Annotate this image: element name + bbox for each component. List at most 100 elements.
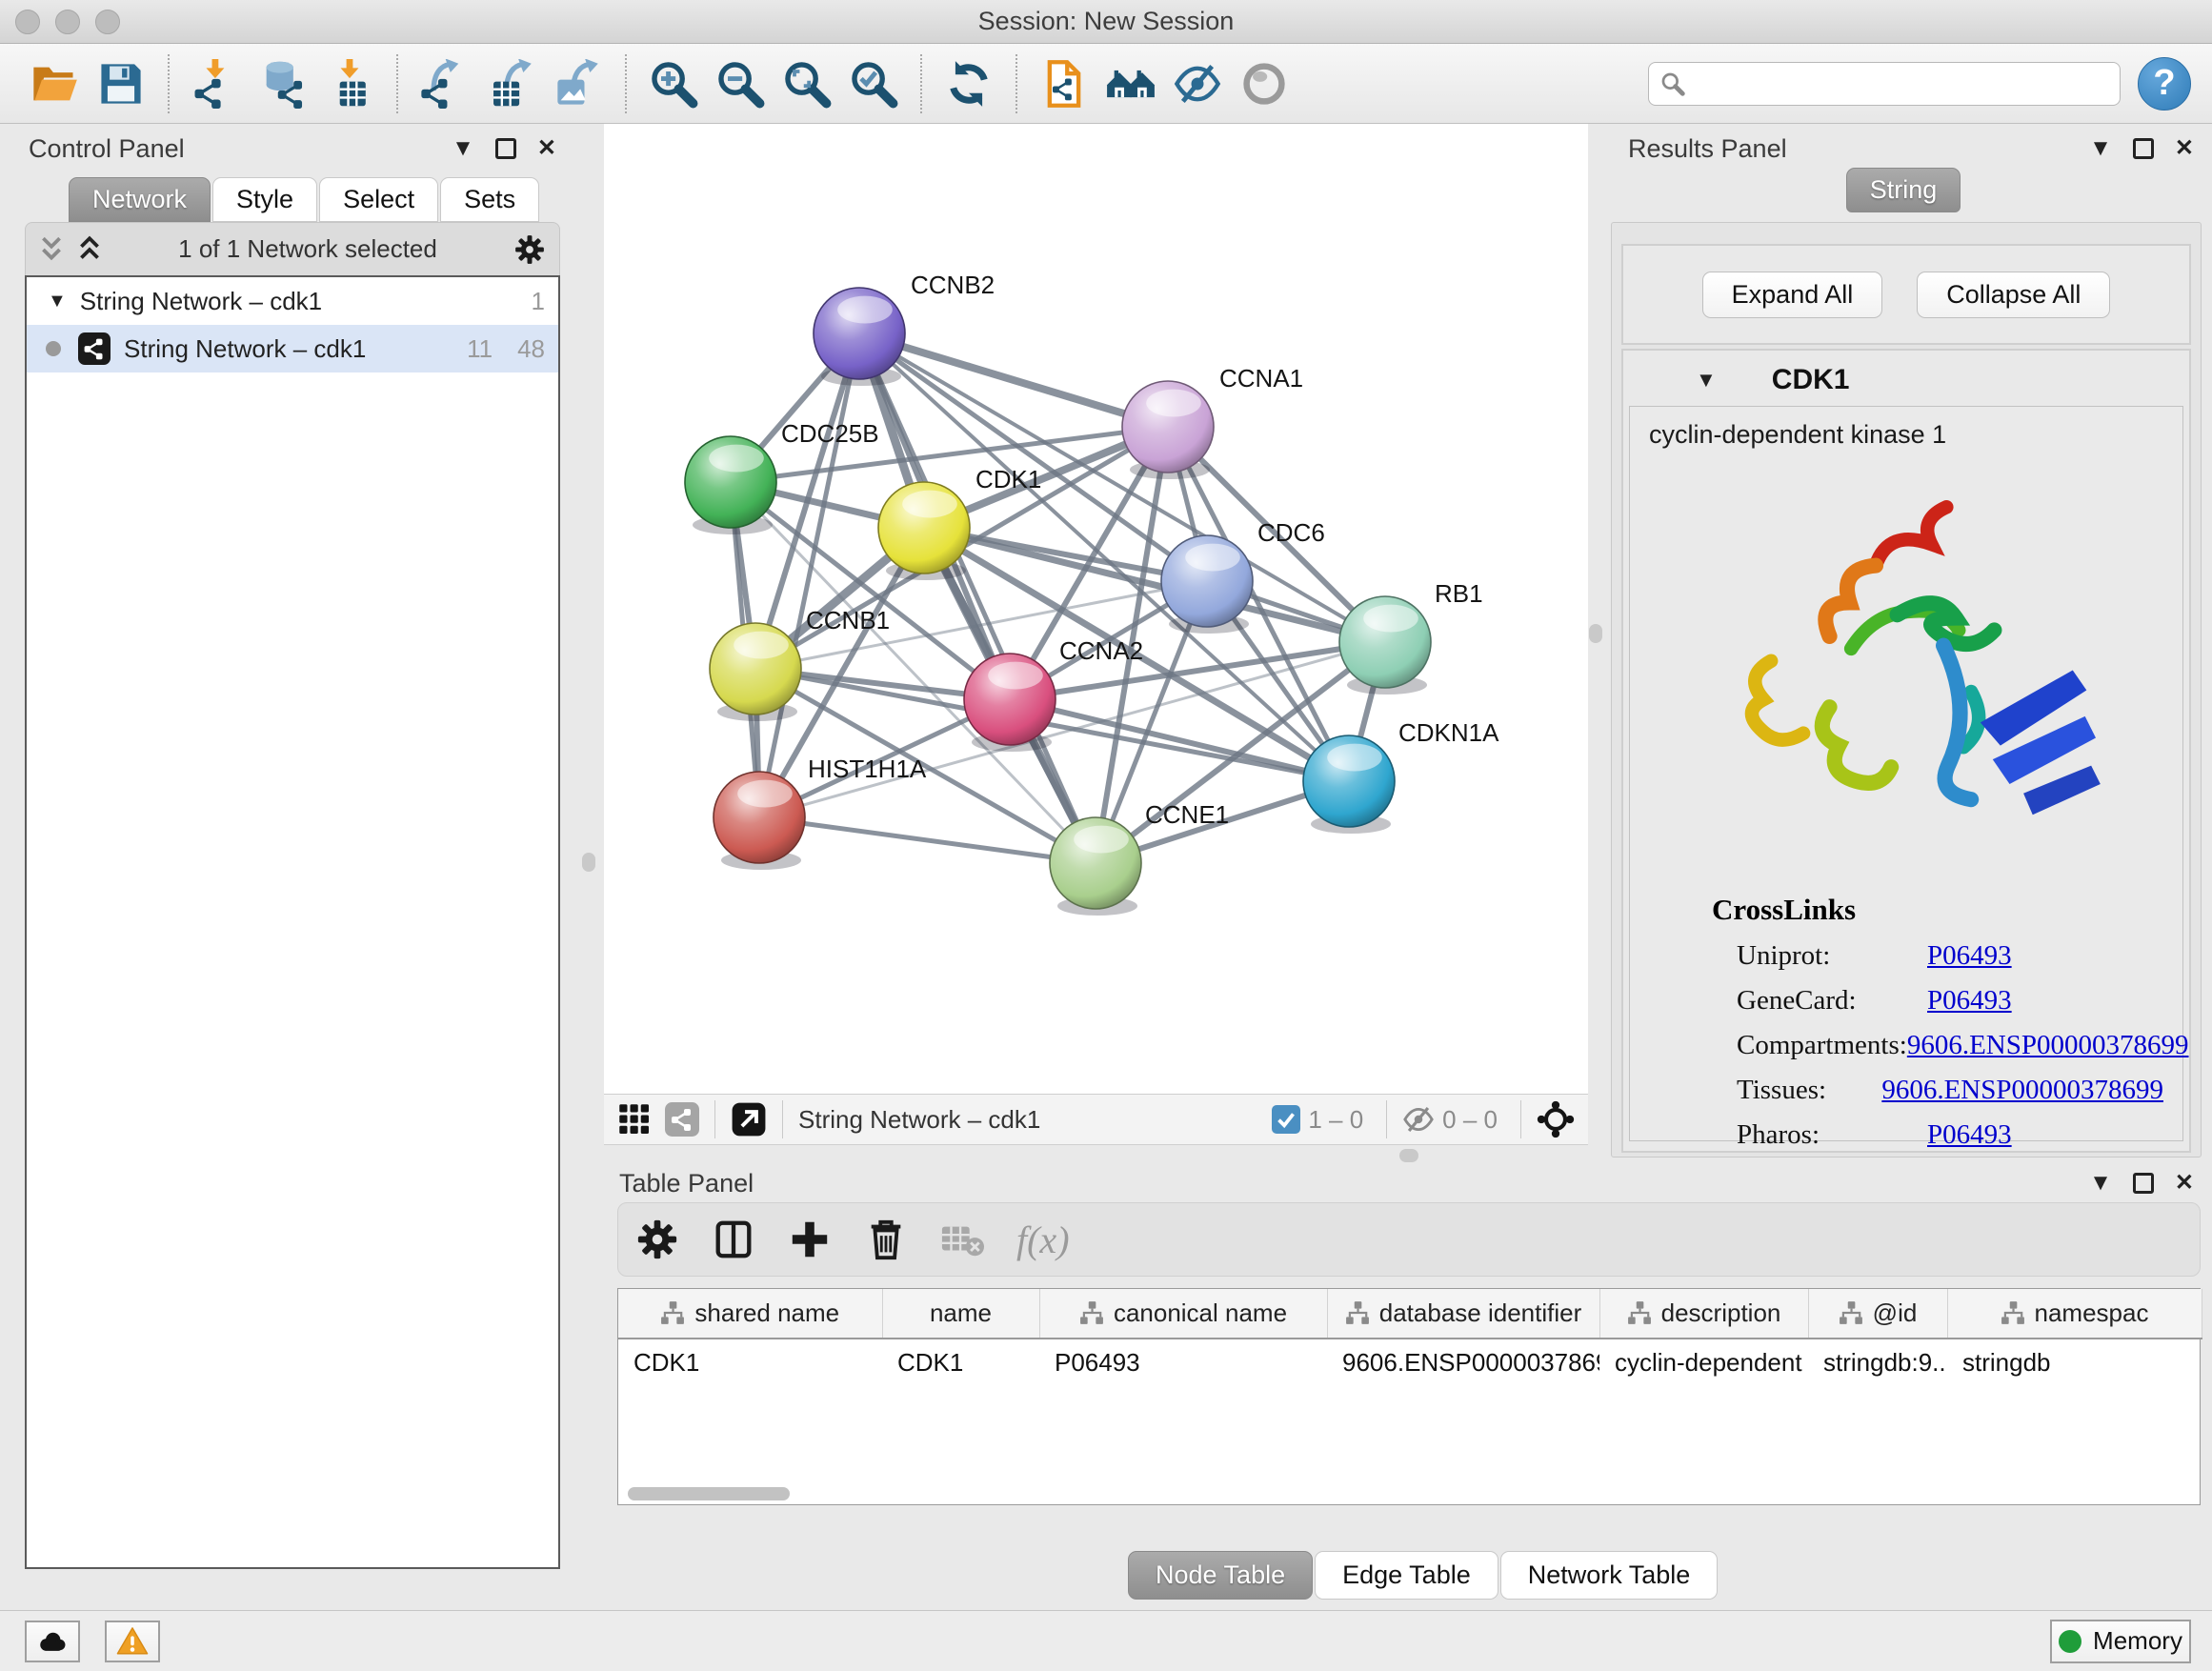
network-node-CCNA2[interactable] <box>964 654 1056 752</box>
column-header-description[interactable]: description <box>1599 1289 1808 1339</box>
tab-style[interactable]: Style <box>212 177 317 222</box>
tab-select[interactable]: Select <box>319 177 438 222</box>
zoom-in-icon[interactable] <box>647 57 700 111</box>
hidden-eye-icon[interactable] <box>1402 1103 1435 1136</box>
import-network-database-icon[interactable] <box>256 57 310 111</box>
column-header-canonical-name[interactable]: canonical name <box>1039 1289 1327 1339</box>
collapse-all-button[interactable]: Collapse All <box>1917 272 2110 318</box>
horizontal-splitter-handle[interactable] <box>1399 1149 1418 1162</box>
right-splitter-handle[interactable] <box>1589 624 1602 643</box>
expand-all-icon[interactable] <box>77 235 102 264</box>
table-toolbar: f(x) <box>617 1202 2201 1277</box>
crosslink-link[interactable]: P06493 <box>1927 1119 2012 1151</box>
panel-close-icon[interactable]: ✕ <box>537 137 556 160</box>
column-header-database-identifier[interactable]: database identifier <box>1327 1289 1599 1339</box>
zoom-selected-icon[interactable] <box>847 57 900 111</box>
table-horizontal-scrollbar[interactable] <box>618 1485 2200 1502</box>
export-table-icon[interactable] <box>485 57 538 111</box>
add-column-icon[interactable] <box>788 1218 832 1261</box>
table-cell[interactable]: cyclin-dependent ... <box>1599 1339 1808 1386</box>
export-network-icon[interactable] <box>418 57 472 111</box>
network-edge-CCNB2-CCNA1[interactable] <box>859 333 1168 427</box>
table-cell[interactable]: CDK1 <box>618 1339 882 1386</box>
column-header-shared-name[interactable]: shared name <box>618 1289 882 1339</box>
expand-all-button[interactable]: Expand All <box>1702 272 1883 318</box>
panel-float-icon[interactable]: ▼ <box>2089 1172 2112 1195</box>
share-document-icon[interactable] <box>1037 57 1091 111</box>
crosslink-link[interactable]: P06493 <box>1927 940 2012 972</box>
network-node-CDC6[interactable] <box>1161 535 1253 634</box>
network-node-CDC25B[interactable] <box>685 436 776 534</box>
warnings-button[interactable] <box>105 1621 160 1662</box>
save-session-icon[interactable] <box>94 57 148 111</box>
grid-view-icon[interactable] <box>617 1102 652 1137</box>
table-cell[interactable]: stringdb <box>1947 1339 2202 1386</box>
show-hide-panel-icon[interactable] <box>1171 57 1224 111</box>
delete-column-icon[interactable] <box>864 1218 908 1261</box>
selected-checkbox-icon[interactable] <box>1272 1105 1300 1134</box>
memory-button[interactable]: Memory <box>2050 1620 2191 1663</box>
network-edge-CCNB2-HIST1H1A[interactable] <box>759 333 859 817</box>
left-splitter-handle[interactable] <box>582 853 595 872</box>
table-row[interactable]: CDK1CDK1P064939606.ENSP00000378699cyclin… <box>618 1339 2202 1386</box>
tab-network-table[interactable]: Network Table <box>1500 1551 1719 1600</box>
panel-maximize-icon[interactable] <box>495 138 516 159</box>
tab-node-table[interactable]: Node Table <box>1128 1551 1313 1600</box>
panel-float-icon[interactable]: ▼ <box>452 137 474 160</box>
refresh-layout-icon[interactable] <box>942 57 995 111</box>
fit-selection-crosshair-icon[interactable] <box>1537 1100 1575 1138</box>
panel-maximize-icon[interactable] <box>2133 138 2154 159</box>
network-options-gear-icon[interactable] <box>513 233 546 266</box>
collection-expand-icon[interactable]: ▼ <box>48 291 67 312</box>
collapse-all-icon[interactable] <box>39 235 64 264</box>
network-node-CCNA1[interactable] <box>1122 381 1214 479</box>
table-cell[interactable]: stringdb:9... <box>1808 1339 1947 1386</box>
panel-float-icon[interactable]: ▼ <box>2089 137 2112 160</box>
table-cell[interactable]: 9606.ENSP00000378699 <box>1327 1339 1599 1386</box>
network-row[interactable]: String Network – cdk1 11 48 <box>27 325 558 372</box>
network-collection-row[interactable]: ▼ String Network – cdk1 1 <box>27 277 558 325</box>
network-node-CCNE1[interactable] <box>1050 817 1141 916</box>
import-table-icon[interactable] <box>323 57 376 111</box>
network-edge-HIST1H1A-CCNE1[interactable] <box>759 817 1096 863</box>
network-node-CCNB1[interactable] <box>710 623 801 721</box>
search-field[interactable] <box>1648 62 2121 106</box>
panel-maximize-icon[interactable] <box>2133 1173 2154 1194</box>
home-icon[interactable] <box>1104 57 1157 111</box>
panel-close-icon[interactable]: ✕ <box>2175 1172 2194 1195</box>
tab-sets[interactable]: Sets <box>440 177 539 222</box>
network-edge-CCNB2-CCNE1[interactable] <box>859 333 1096 863</box>
zoom-out-icon[interactable] <box>714 57 767 111</box>
export-image-icon[interactable] <box>552 57 605 111</box>
network-node-HIST1H1A[interactable] <box>714 772 805 870</box>
crosslink-link[interactable]: 9606.ENSP00000378699 <box>1907 1030 2189 1061</box>
crosslink-link[interactable]: P06493 <box>1927 985 2012 1017</box>
cloud-status-button[interactable] <box>25 1621 80 1662</box>
tab-string[interactable]: String <box>1846 168 1961 212</box>
table-options-gear-icon[interactable] <box>635 1218 679 1261</box>
table-cell[interactable]: P06493 <box>1039 1339 1327 1386</box>
column-header-namespac[interactable]: namespac <box>1947 1289 2202 1339</box>
search-input[interactable] <box>1693 70 2108 97</box>
network-node-CDK1[interactable] <box>878 482 970 580</box>
open-session-icon[interactable] <box>28 57 81 111</box>
scrollbar-thumb[interactable] <box>628 1487 790 1500</box>
birds-eye-view-icon[interactable] <box>731 1101 767 1137</box>
network-view-icon[interactable] <box>665 1102 699 1137</box>
network-node-RB1[interactable] <box>1339 596 1431 695</box>
zoom-fit-icon[interactable] <box>780 57 834 111</box>
panel-close-icon[interactable]: ✕ <box>2175 137 2194 160</box>
column-header-@id[interactable]: @id <box>1808 1289 1947 1339</box>
preview-icon[interactable] <box>1237 57 1291 111</box>
show-columns-icon[interactable] <box>712 1218 755 1261</box>
tab-network[interactable]: Network <box>69 177 211 222</box>
section-collapse-icon[interactable]: ▼ <box>1696 368 1717 393</box>
crosslink-link[interactable]: 9606.ENSP00000378699 <box>1881 1075 2163 1106</box>
import-network-file-icon[interactable] <box>190 57 243 111</box>
help-button[interactable]: ? <box>2138 57 2191 111</box>
column-header-name[interactable]: name <box>882 1289 1039 1339</box>
network-node-CDKN1A[interactable] <box>1303 735 1395 834</box>
network-canvas[interactable]: CCNB2CCNA1CDC25BCDK1CDC6RB1CCNB1CCNA2CDK… <box>604 124 1588 1094</box>
table-cell[interactable]: CDK1 <box>882 1339 1039 1386</box>
tab-edge-table[interactable]: Edge Table <box>1315 1551 1498 1600</box>
